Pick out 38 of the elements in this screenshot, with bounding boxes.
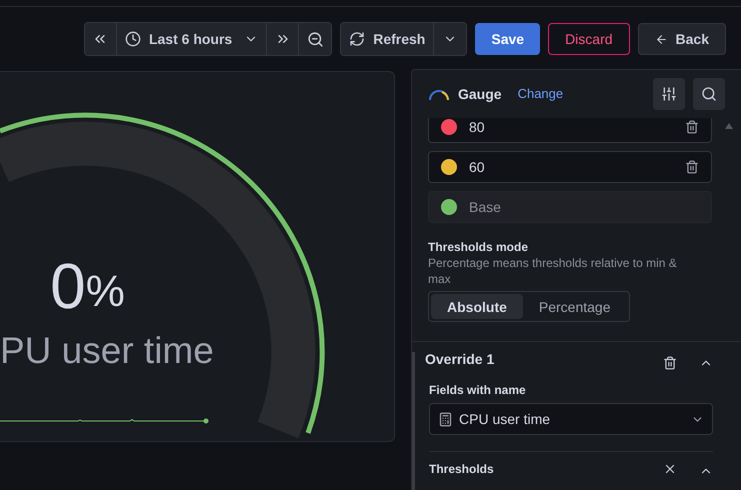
gauge-value: 0 [50,254,86,318]
threshold-value[interactable]: 80 [469,118,673,137]
gauge-label: PU user time [0,332,214,369]
arrow-left-icon [654,32,668,46]
change-link[interactable]: Change [518,84,564,104]
search-icon [701,86,717,102]
options-filter-button[interactable] [653,78,685,110]
override-title: Override 1 [425,350,496,369]
threshold-value: Base [469,198,502,217]
shift-back-button[interactable] [84,23,117,55]
refresh-icon [349,31,366,47]
visualization-name: Gauge [458,85,502,104]
discard-button[interactable]: Discard [548,23,630,55]
mode-option[interactable]: Absolute [431,294,523,319]
shift-forward-button[interactable] [267,23,300,55]
time-range-picker[interactable]: Last 6 hours [116,23,268,55]
zoom-out-button[interactable] [299,23,332,55]
field-icon [438,412,453,426]
matcher-label: Fields with name [429,382,527,398]
refresh-button[interactable]: Refresh [341,23,434,55]
thresholds-mode-label: Thresholds mode [428,239,530,255]
search-button[interactable] [693,78,725,110]
sliders-icon [661,86,677,102]
scroll-up-icon [725,123,733,129]
gauge-unit: % [86,270,125,314]
property-title: Thresholds [429,461,495,477]
mode-option[interactable]: Percentage [522,294,626,319]
trash-icon[interactable] [685,160,699,174]
zoom-out-icon [306,30,324,48]
threshold-value[interactable]: 60 [469,157,673,177]
close-icon[interactable] [663,462,677,476]
thresholds-mode-description: Percentage means thresholds relative to min & max [428,255,678,287]
field-name-select[interactable]: CPU user time [429,403,713,435]
back-button[interactable]: Back [638,23,726,55]
clock-icon [124,31,141,47]
trash-icon[interactable] [663,356,677,370]
save-button[interactable]: Save [475,23,540,55]
trash-icon[interactable] [685,120,699,134]
